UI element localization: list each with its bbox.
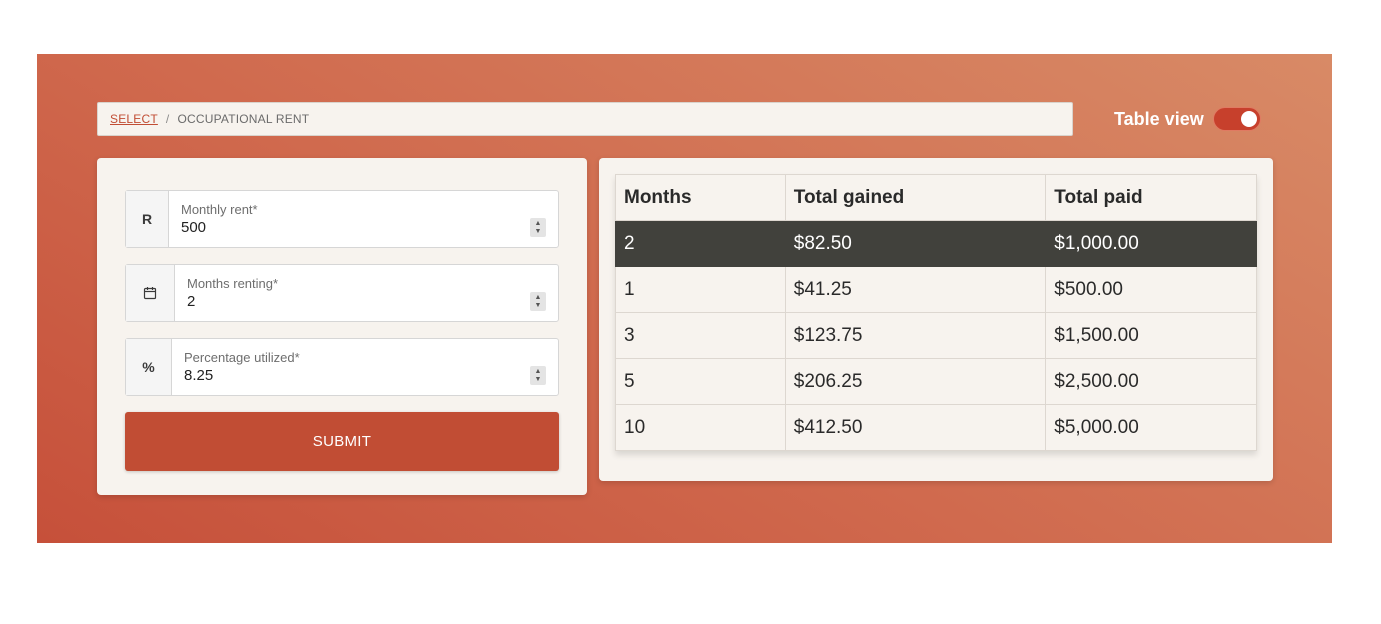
results-card: Months Total gained Total paid 2 $82.50 … [599,158,1273,481]
months-renting-stepper[interactable]: ▲ ▼ [530,292,546,311]
view-toggle-group: Table view [1114,104,1261,134]
table-view-toggle[interactable] [1212,107,1261,131]
months-renting-label: Months renting* [187,276,279,291]
stepper-down-icon[interactable]: ▼ [535,376,542,384]
header-total-gained: Total gained [784,174,1047,221]
monthly-rent-label: Monthly rent* [181,202,258,217]
percentage-utilized-label: Percentage utilized* [184,350,300,365]
table-row[interactable]: 3 $123.75 $1,500.00 [615,312,1257,359]
breadcrumb-current: OCCUPATIONAL RENT [177,112,310,126]
calculator-panel: SELECT / OCCUPATIONAL RENT Table view R … [37,54,1332,543]
cell-total-paid: $5,000.00 [1045,404,1257,451]
cell-months: 1 [615,266,786,313]
cell-total-paid: $2,500.00 [1045,358,1257,405]
monthly-rent-input[interactable]: 500 [181,219,206,236]
results-table: Months Total gained Total paid 2 $82.50 … [615,174,1257,451]
stepper-up-icon[interactable]: ▲ [535,294,542,302]
stepper-up-icon[interactable]: ▲ [535,220,542,228]
cell-months: 10 [615,404,786,451]
percentage-utilized-input-body[interactable]: Percentage utilized* 8.25 ▲ ▼ [172,339,558,395]
months-renting-input-body[interactable]: Months renting* 2 ▲ ▼ [175,265,558,321]
currency-addon: R [126,191,169,247]
view-toggle-label: Table view [1114,108,1204,129]
cell-total-gained: $41.25 [784,266,1047,313]
stepper-down-icon[interactable]: ▼ [535,302,542,310]
cell-months: 3 [615,312,786,359]
cell-months: 5 [615,358,786,405]
cell-total-gained: $82.50 [784,220,1047,267]
table-header-row: Months Total gained Total paid [615,174,1257,221]
percentage-utilized-stepper[interactable]: ▲ ▼ [530,366,546,385]
stepper-down-icon[interactable]: ▼ [535,228,542,236]
percent-addon: % [126,339,172,395]
table-row[interactable]: 1 $41.25 $500.00 [615,266,1257,313]
breadcrumb: SELECT / OCCUPATIONAL RENT [97,102,1073,136]
breadcrumb-separator: / [165,112,170,126]
submit-button[interactable]: SUBMIT [125,412,559,471]
cell-total-gained: $412.50 [784,404,1047,451]
months-renting-field[interactable]: Months renting* 2 ▲ ▼ [125,264,559,322]
monthly-rent-input-body[interactable]: Monthly rent* 500 ▲ ▼ [169,191,558,247]
months-renting-input[interactable]: 2 [187,293,195,310]
cell-total-paid: $500.00 [1045,266,1257,313]
calendar-addon [126,265,175,321]
header-total-paid: Total paid [1045,174,1257,221]
monthly-rent-field[interactable]: R Monthly rent* 500 ▲ ▼ [125,190,559,248]
percentage-utilized-input[interactable]: 8.25 [184,367,213,384]
cell-months: 2 [615,220,786,267]
header-months: Months [615,174,786,221]
table-row[interactable]: 5 $206.25 $2,500.00 [615,358,1257,405]
breadcrumb-link-select[interactable]: SELECT [110,112,158,126]
percentage-utilized-field[interactable]: % Percentage utilized* 8.25 ▲ ▼ [125,338,559,396]
toggle-knob [1240,111,1257,127]
cell-total-paid: $1,500.00 [1045,312,1257,359]
cell-total-paid: $1,000.00 [1045,220,1257,267]
cell-total-gained: $123.75 [784,312,1047,359]
calendar-icon [143,287,157,300]
monthly-rent-stepper[interactable]: ▲ ▼ [530,218,546,237]
stepper-up-icon[interactable]: ▲ [535,368,542,376]
cell-total-gained: $206.25 [784,358,1047,405]
table-row[interactable]: 2 $82.50 $1,000.00 [615,220,1257,267]
table-row[interactable]: 10 $412.50 $5,000.00 [615,404,1257,451]
rent-form: R Monthly rent* 500 ▲ ▼ Months renting* … [97,158,587,495]
